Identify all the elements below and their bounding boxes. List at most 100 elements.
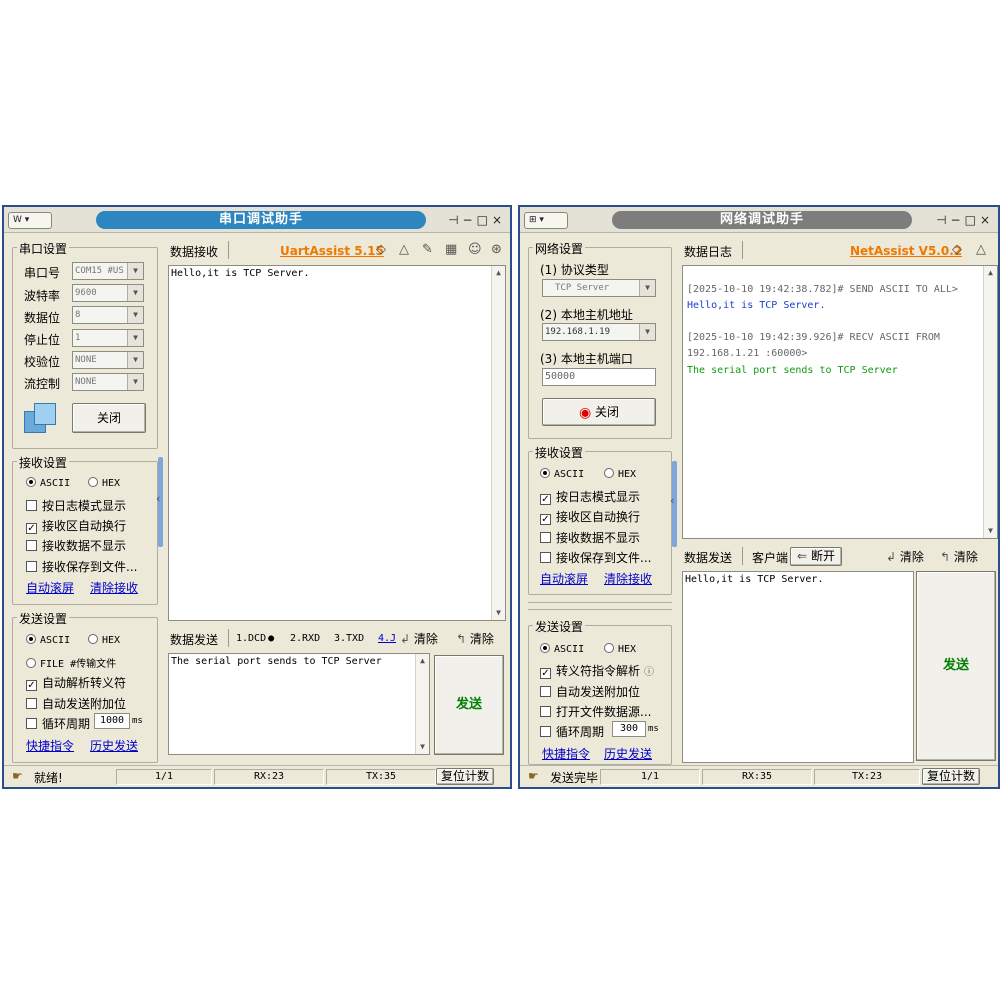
send-ascii-radio[interactable]: ASCII: [26, 634, 70, 646]
scrollbar[interactable]: ▲ ▼: [491, 266, 505, 620]
flow-select[interactable]: NONE ▼: [72, 373, 144, 391]
info-icon[interactable]: ⓘ: [644, 667, 654, 678]
brand-link[interactable]: UartAssist 5.15: [280, 244, 384, 258]
auto-wrap-checkbox[interactable]: ✓ 接收区自动换行: [26, 517, 126, 534]
window-controls[interactable]: ⊣−□×: [936, 211, 994, 229]
clear-all-button[interactable]: ↰ 清除: [456, 630, 494, 647]
tab-data-receive[interactable]: 数据接收: [170, 243, 218, 260]
save-file-checkbox[interactable]: 接收保存到文件...: [26, 558, 137, 575]
hide-data-checkbox[interactable]: 接收数据不显示: [540, 529, 640, 546]
escape-parse-checkbox[interactable]: ✓ 转义符指令解析 ⓘ: [540, 662, 654, 679]
hide-data-checkbox[interactable]: 接收数据不显示: [26, 537, 126, 554]
send-input[interactable]: The serial port sends to TCP Server ▲ ▼: [168, 653, 430, 755]
save-file-checkbox[interactable]: 接收保存到文件...: [540, 549, 651, 566]
auto-append-checkbox[interactable]: 自动发送附加位: [26, 695, 126, 712]
protocol-select[interactable]: TCP Server ▼: [542, 279, 656, 297]
send-button[interactable]: 发送: [916, 571, 996, 761]
open-file-source-checkbox[interactable]: 打开文件数据源...: [540, 703, 651, 720]
send-button[interactable]: 发送: [434, 655, 504, 755]
scroll-up-icon[interactable]: ▲: [416, 654, 429, 668]
disconnect-button[interactable]: ⇐ 断开: [790, 547, 842, 566]
pin-more-link[interactable]: 4.J: [378, 633, 396, 644]
scroll-up-icon[interactable]: ▲: [492, 266, 505, 280]
edit-icon[interactable]: ✎: [422, 242, 433, 257]
loop-period-checkbox[interactable]: 循环周期: [26, 715, 90, 732]
tab-data-log[interactable]: 数据日志: [684, 243, 732, 260]
tab-client[interactable]: 客户端: [752, 549, 788, 566]
send-history-link[interactable]: 历史发送: [604, 745, 652, 762]
recv-hex-radio[interactable]: HEX: [88, 477, 120, 489]
chevron-down-icon[interactable]: ▼: [127, 352, 143, 368]
log-area[interactable]: [2025-10-10 19:42:38.782]# SEND ASCII TO…: [682, 265, 998, 539]
close-port-button[interactable]: 关闭: [72, 403, 146, 433]
send-file-radio[interactable]: FILE #传输文件: [26, 655, 116, 670]
calculator-icon[interactable]: ▦: [445, 242, 457, 257]
tab-data-send[interactable]: 数据发送: [684, 549, 732, 566]
send-input[interactable]: Hello,it is TCP Server.: [682, 571, 914, 763]
help-icon[interactable]: ☺: [468, 242, 482, 257]
chevron-down-icon[interactable]: ▼: [639, 324, 655, 340]
scroll-up-icon[interactable]: ▲: [984, 266, 997, 280]
parity-select[interactable]: NONE ▼: [72, 351, 144, 369]
chevron-down-icon[interactable]: ▼: [127, 374, 143, 390]
quick-command-link[interactable]: 快捷指令: [542, 745, 590, 762]
minimize-icon[interactable]: −: [463, 213, 477, 227]
chevron-down-icon[interactable]: ▼: [127, 263, 143, 279]
maximize-icon[interactable]: □: [965, 213, 980, 227]
pin-icon[interactable]: ⊣: [448, 213, 462, 227]
scrollbar[interactable]: ▲ ▼: [415, 654, 429, 754]
window-controls[interactable]: ⊣−□×: [448, 211, 506, 229]
log-mode-checkbox[interactable]: 按日志模式显示: [26, 497, 126, 514]
close-icon[interactable]: ×: [492, 213, 506, 227]
chevron-down-icon[interactable]: ▼: [639, 280, 655, 296]
stopbits-select[interactable]: 1 ▼: [72, 329, 144, 347]
send-hex-radio[interactable]: HEX: [88, 634, 120, 646]
title-bar[interactable]: ⊞ ▾ 网络调试助手 ⊣−□×: [520, 207, 998, 233]
collapse-arrow-icon[interactable]: ‹: [156, 492, 160, 505]
loop-period-input[interactable]: 1000: [94, 713, 130, 729]
maximize-icon[interactable]: □: [477, 213, 492, 227]
port-input[interactable]: 50000: [542, 368, 656, 386]
escape-parse-checkbox[interactable]: ✓ 自动解析转义符: [26, 674, 126, 691]
loop-period-input[interactable]: 300: [612, 721, 646, 737]
diamond-icon[interactable]: ◇: [376, 242, 386, 257]
auto-append-checkbox[interactable]: 自动发送附加位: [540, 683, 640, 700]
pin-icon[interactable]: ⊣: [936, 213, 950, 227]
reset-count-button[interactable]: 复位计数: [436, 768, 494, 785]
diamond-icon[interactable]: ◇: [952, 242, 962, 257]
databits-select[interactable]: 8 ▼: [72, 306, 144, 324]
send-hex-radio[interactable]: HEX: [604, 643, 636, 655]
auto-scroll-link[interactable]: 自动滚屏: [26, 579, 74, 596]
port-select[interactable]: COM15 #US ▼: [72, 262, 144, 280]
clear-receive-link[interactable]: 清除接收: [604, 570, 652, 587]
chevron-down-icon[interactable]: ▼: [127, 307, 143, 323]
clear-send-button[interactable]: ↲ 清除: [886, 548, 924, 565]
scrollbar[interactable]: ▲ ▼: [983, 266, 997, 538]
send-history-link[interactable]: 历史发送: [90, 737, 138, 754]
reset-count-button[interactable]: 复位计数: [922, 768, 980, 785]
scroll-down-icon[interactable]: ▼: [492, 606, 505, 620]
host-select[interactable]: 192.168.1.19 ▼: [542, 323, 656, 341]
clear-send-button[interactable]: ↲ 清除: [400, 630, 438, 647]
minimize-icon[interactable]: −: [951, 213, 965, 227]
bell-icon[interactable]: △: [976, 242, 986, 257]
brand-link[interactable]: NetAssist V5.0.2: [850, 244, 962, 258]
receive-area[interactable]: Hello,it is TCP Server. ▲ ▼: [168, 265, 506, 621]
close-icon[interactable]: ×: [980, 213, 994, 227]
scroll-down-icon[interactable]: ▼: [984, 524, 997, 538]
recv-ascii-radio[interactable]: ASCII: [26, 477, 70, 489]
chevron-down-icon[interactable]: ▼: [127, 330, 143, 346]
system-menu-button[interactable]: W ▾: [8, 212, 52, 229]
clear-receive-link[interactable]: 清除接收: [90, 579, 138, 596]
clear-all-button[interactable]: ↰ 清除: [940, 548, 978, 565]
collapse-arrow-icon[interactable]: ‹: [670, 494, 674, 507]
log-mode-checkbox[interactable]: ✓ 按日志模式显示: [540, 488, 640, 505]
scroll-down-icon[interactable]: ▼: [416, 740, 429, 754]
recv-hex-radio[interactable]: HEX: [604, 468, 636, 480]
close-connection-button[interactable]: ◉ 关闭: [542, 398, 656, 426]
collapsed-panel[interactable]: [528, 602, 672, 610]
quick-command-link[interactable]: 快捷指令: [26, 737, 74, 754]
loop-period-checkbox[interactable]: 循环周期: [540, 723, 604, 740]
title-bar[interactable]: W ▾ 串口调试助手 ⊣−□×: [4, 207, 510, 233]
auto-wrap-checkbox[interactable]: ✓ 接收区自动换行: [540, 508, 640, 525]
